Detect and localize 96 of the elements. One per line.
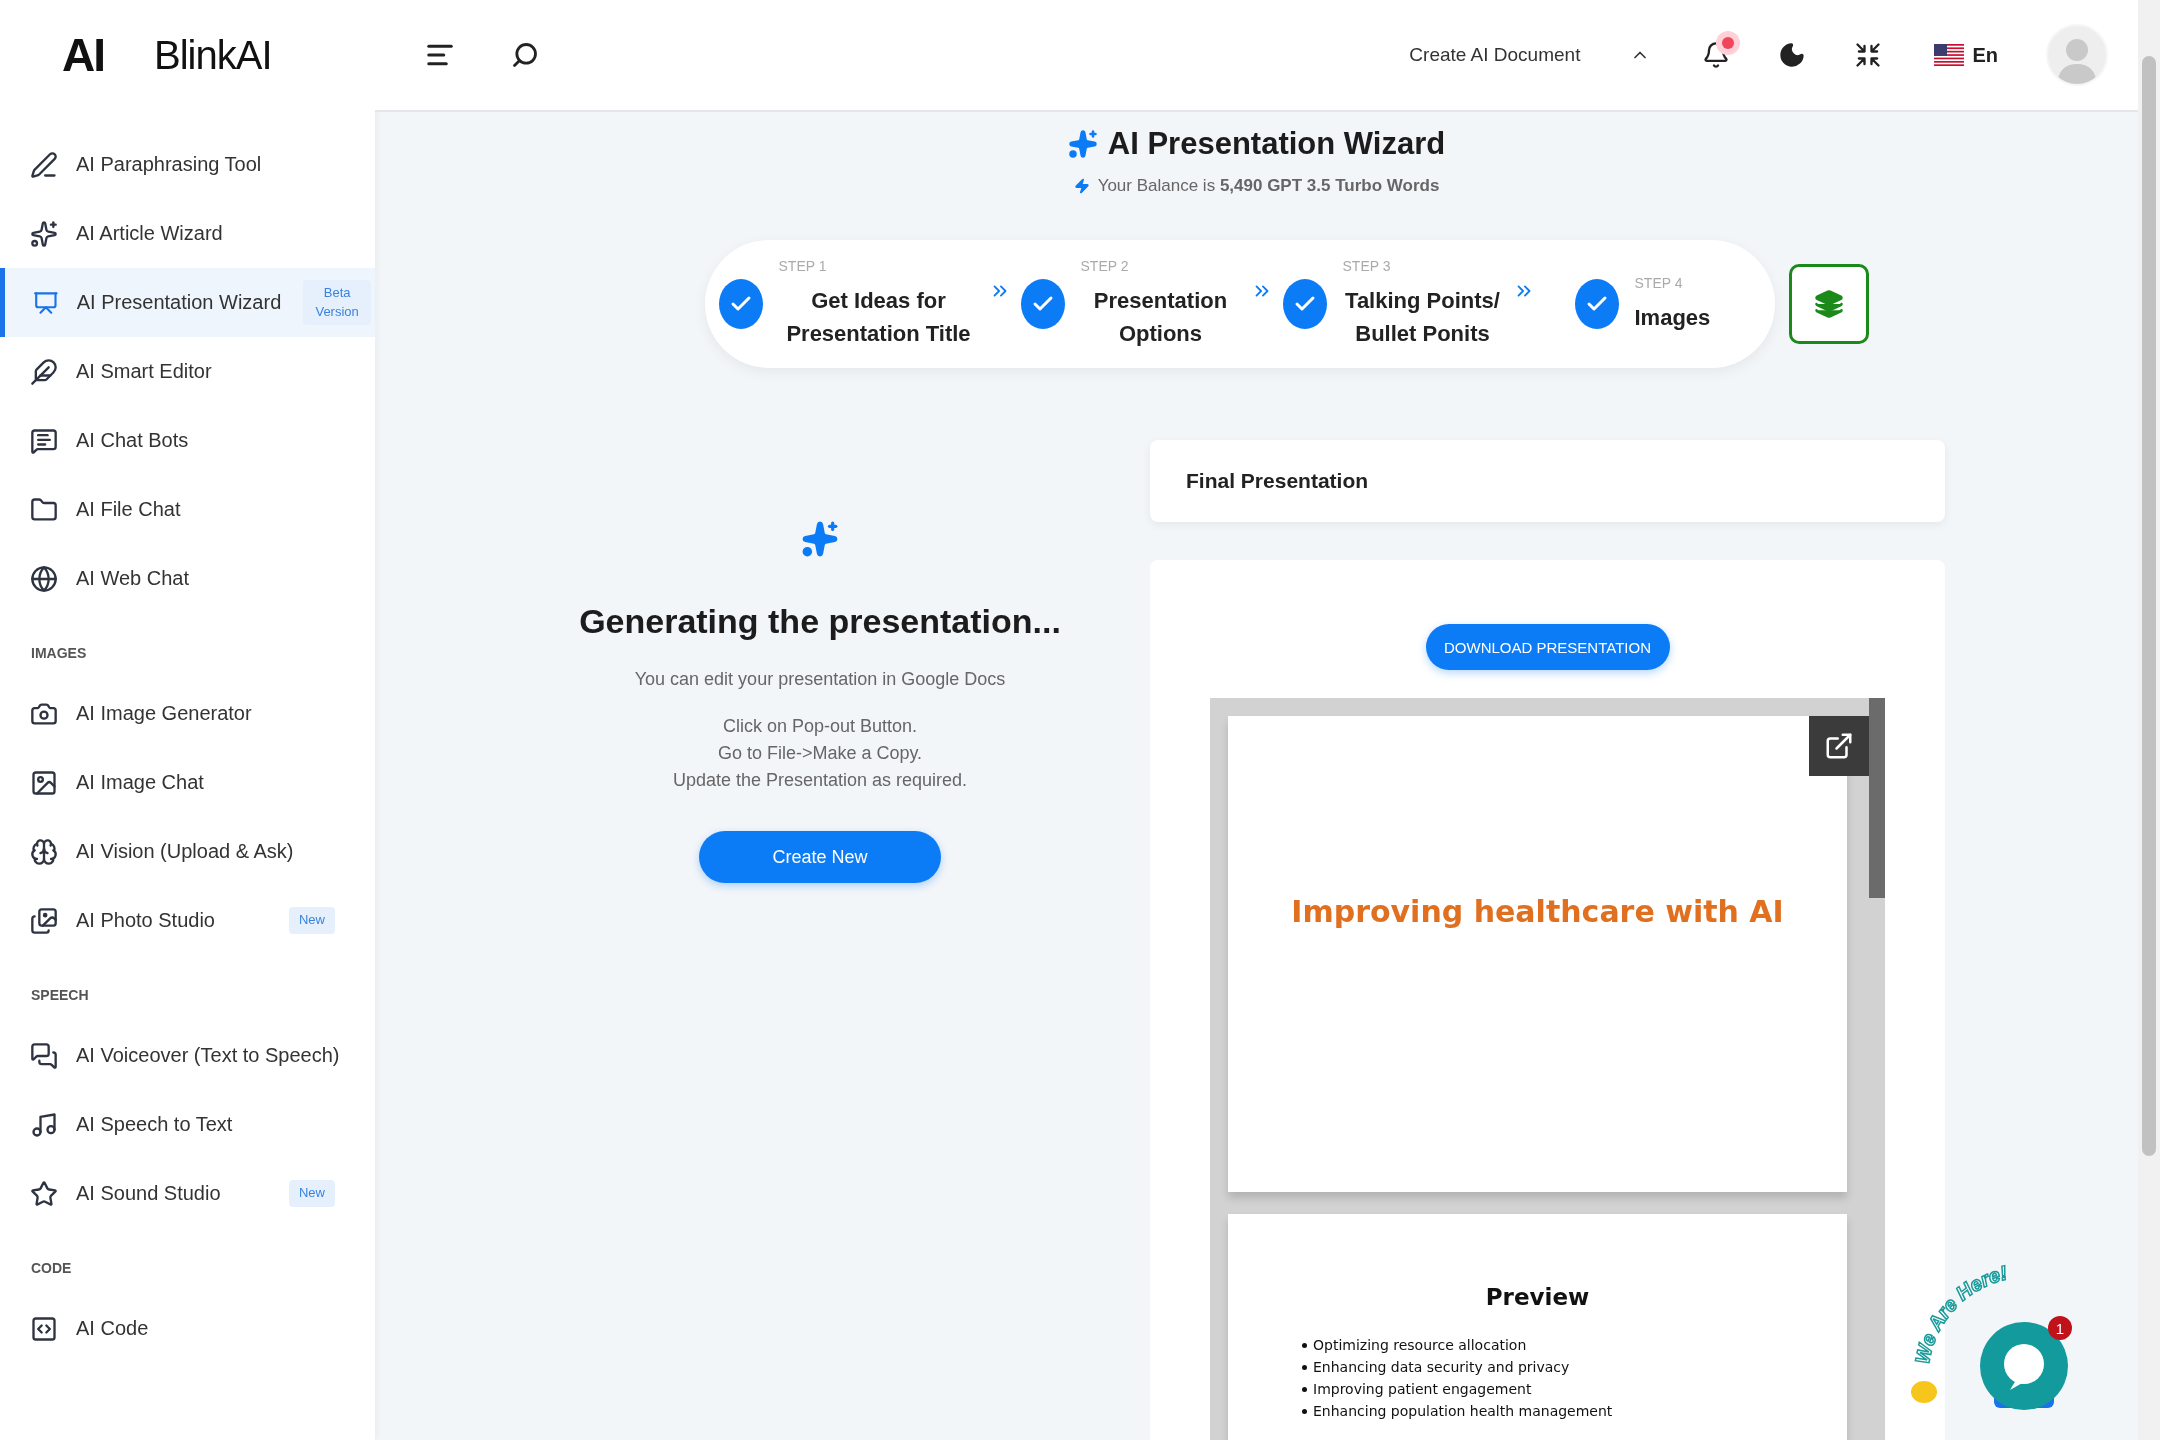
brain-icon xyxy=(30,837,58,866)
slide-bullet: Improving patient engagement xyxy=(1313,1380,1532,1399)
step-number: STEP 2 xyxy=(1080,258,1130,274)
images-icon xyxy=(30,906,58,935)
create-new-button[interactable]: Create New xyxy=(699,831,941,883)
pop-out-button[interactable] xyxy=(1809,716,1869,776)
sidebar-item-label: AI Chat Bots xyxy=(76,429,189,452)
sidebar-item[interactable]: AI Chat Bots xyxy=(0,406,375,475)
sidebar-item-label: AI Article Wizard xyxy=(76,222,223,245)
slide-bullet: Enhancing population health management xyxy=(1313,1402,1613,1421)
music-icon xyxy=(30,1110,58,1139)
sidebar-item-label: AI Smart Editor xyxy=(76,360,212,383)
star-icon xyxy=(30,1179,58,1208)
sidebar-item[interactable]: AI Speech to Text xyxy=(0,1090,375,1159)
sidebar-item-label: AI Voiceover (Text to Speech) xyxy=(76,1044,340,1067)
sparkles-icon xyxy=(30,219,58,248)
sidebar-item-label: AI File Chat xyxy=(76,498,181,521)
sidebar-item[interactable]: AI Vision (Upload & Ask) xyxy=(0,817,375,886)
feather-icon xyxy=(30,357,58,386)
chat-bubbles-icon xyxy=(30,1041,58,1070)
bell-icon xyxy=(1702,41,1731,69)
page-title: AI Presentation Wizard xyxy=(1107,126,1446,162)
pen-icon xyxy=(30,150,58,179)
chat-icon xyxy=(30,426,58,455)
sidebar-item[interactable]: AI Photo Studio New xyxy=(0,886,375,955)
sidebar-item-label: AI Image Chat xyxy=(76,771,204,794)
step-number: STEP 3 xyxy=(1342,258,1392,274)
sidebar-item-label: AI Image Generator xyxy=(76,702,252,725)
balance-text: Your Balance is 5,490 GPT 3.5 Turbo Words xyxy=(1097,176,1440,196)
step-label: Talking Points/ Bullet Ponits xyxy=(1344,287,1501,348)
sparkles-icon xyxy=(801,520,839,558)
globe-icon xyxy=(30,564,58,593)
bullet-icon xyxy=(1302,1342,1307,1348)
step-label: Get Ideas for Presentation Title xyxy=(785,287,972,348)
sidebar-item-label: AI Sound Studio xyxy=(76,1182,221,1205)
sidebar-item-label: AI Web Chat xyxy=(76,567,190,590)
chat-bubble-icon xyxy=(1980,1322,2068,1410)
step-number: STEP 1 xyxy=(778,258,828,274)
bullet-icon xyxy=(1302,1408,1307,1414)
external-link-icon xyxy=(1824,731,1854,761)
code-icon xyxy=(30,1314,58,1343)
language-selector[interactable]: En xyxy=(1928,42,2004,68)
folder-icon xyxy=(30,495,58,524)
logo-mark[interactable]: AI xyxy=(62,28,104,82)
sidebar-item-label: AI Vision (Upload & Ask) xyxy=(76,840,294,863)
layers-button[interactable] xyxy=(1788,264,1869,344)
sidebar-badge: Beta Version xyxy=(303,280,371,325)
section-title: SPEECH xyxy=(30,986,90,1005)
sidebar-item[interactable]: AI Code xyxy=(0,1294,375,1363)
slide-title: Improving healthcare with AI xyxy=(1291,894,1784,929)
sidebar-item[interactable]: AI Image Chat xyxy=(0,748,375,817)
sidebar-item-label: AI Speech to Text xyxy=(76,1113,233,1136)
lightning-icon xyxy=(1073,178,1090,194)
image-icon xyxy=(30,768,58,797)
sidebar-item[interactable]: AI Paraphrasing Tool xyxy=(0,130,375,199)
instruction-text: Click on Pop-out Button. xyxy=(722,716,918,737)
sidebar-badge: New xyxy=(289,1180,335,1207)
instruction-text: You can edit your presentation in Google Docs xyxy=(634,669,1006,690)
sidebar-item[interactable]: AI Image Generator xyxy=(0,679,375,748)
slide-heading: Preview xyxy=(1485,1284,1590,1310)
moon-icon xyxy=(1778,41,1807,69)
sparkles-icon xyxy=(1067,129,1098,159)
download-button[interactable]: DOWNLOAD PRESENTATION xyxy=(1425,624,1670,670)
step-label: Images xyxy=(1634,303,1712,332)
sidebar-item-label: AI Paraphrasing Tool xyxy=(76,153,262,176)
section-title: IMAGES xyxy=(30,644,88,663)
logo-name[interactable]: BlinkAI xyxy=(154,32,272,78)
step-label: Presentation Options xyxy=(1092,287,1229,348)
instruction-text: Update the Presentation as required. xyxy=(672,770,968,791)
sidebar-item[interactable]: AI Sound Studio New xyxy=(0,1159,375,1228)
sidebar-item[interactable]: AI Web Chat xyxy=(0,544,375,613)
sidebar-item[interactable]: AI Voiceover (Text to Speech) xyxy=(0,1021,375,1090)
sidebar-item-label: AI Code xyxy=(76,1317,149,1340)
collapse-icon xyxy=(1854,41,1883,69)
sidebar-item[interactable]: AI Presentation Wizard Beta Version xyxy=(0,268,375,337)
page-scrollbar[interactable] xyxy=(2138,0,2160,1440)
slide-bullet: Enhancing data security and privacy xyxy=(1313,1358,1570,1377)
bullet-icon xyxy=(1302,1364,1307,1370)
instruction-text: Go to File->Make a Copy. xyxy=(717,743,923,764)
sidebar-item[interactable]: AI File Chat xyxy=(0,475,375,544)
bullet-icon xyxy=(1302,1386,1307,1392)
status-heading: Generating the presentation... xyxy=(579,602,1061,641)
sidebar-item-label: AI Presentation Wizard xyxy=(76,291,282,314)
section-title: CODE xyxy=(30,1259,73,1278)
layers-icon xyxy=(1813,289,1844,319)
sidebar-item[interactable]: AI Article Wizard xyxy=(0,199,375,268)
sidebar-item[interactable]: AI Smart Editor xyxy=(0,337,375,406)
search-icon xyxy=(511,41,539,69)
card-title: Final Presentation xyxy=(1186,469,1369,493)
flag-icon xyxy=(1934,44,1965,66)
sidebar-item-label: AI Photo Studio xyxy=(76,909,215,932)
sidebar-badge: New xyxy=(289,907,335,934)
step-number: STEP 4 xyxy=(1634,274,1684,291)
slide-bullet: Optimizing resource allocation xyxy=(1313,1336,1527,1355)
create-document-menu[interactable]: Create AI Document xyxy=(1403,43,1657,67)
unread-count-badge: 1 xyxy=(2048,1316,2072,1340)
